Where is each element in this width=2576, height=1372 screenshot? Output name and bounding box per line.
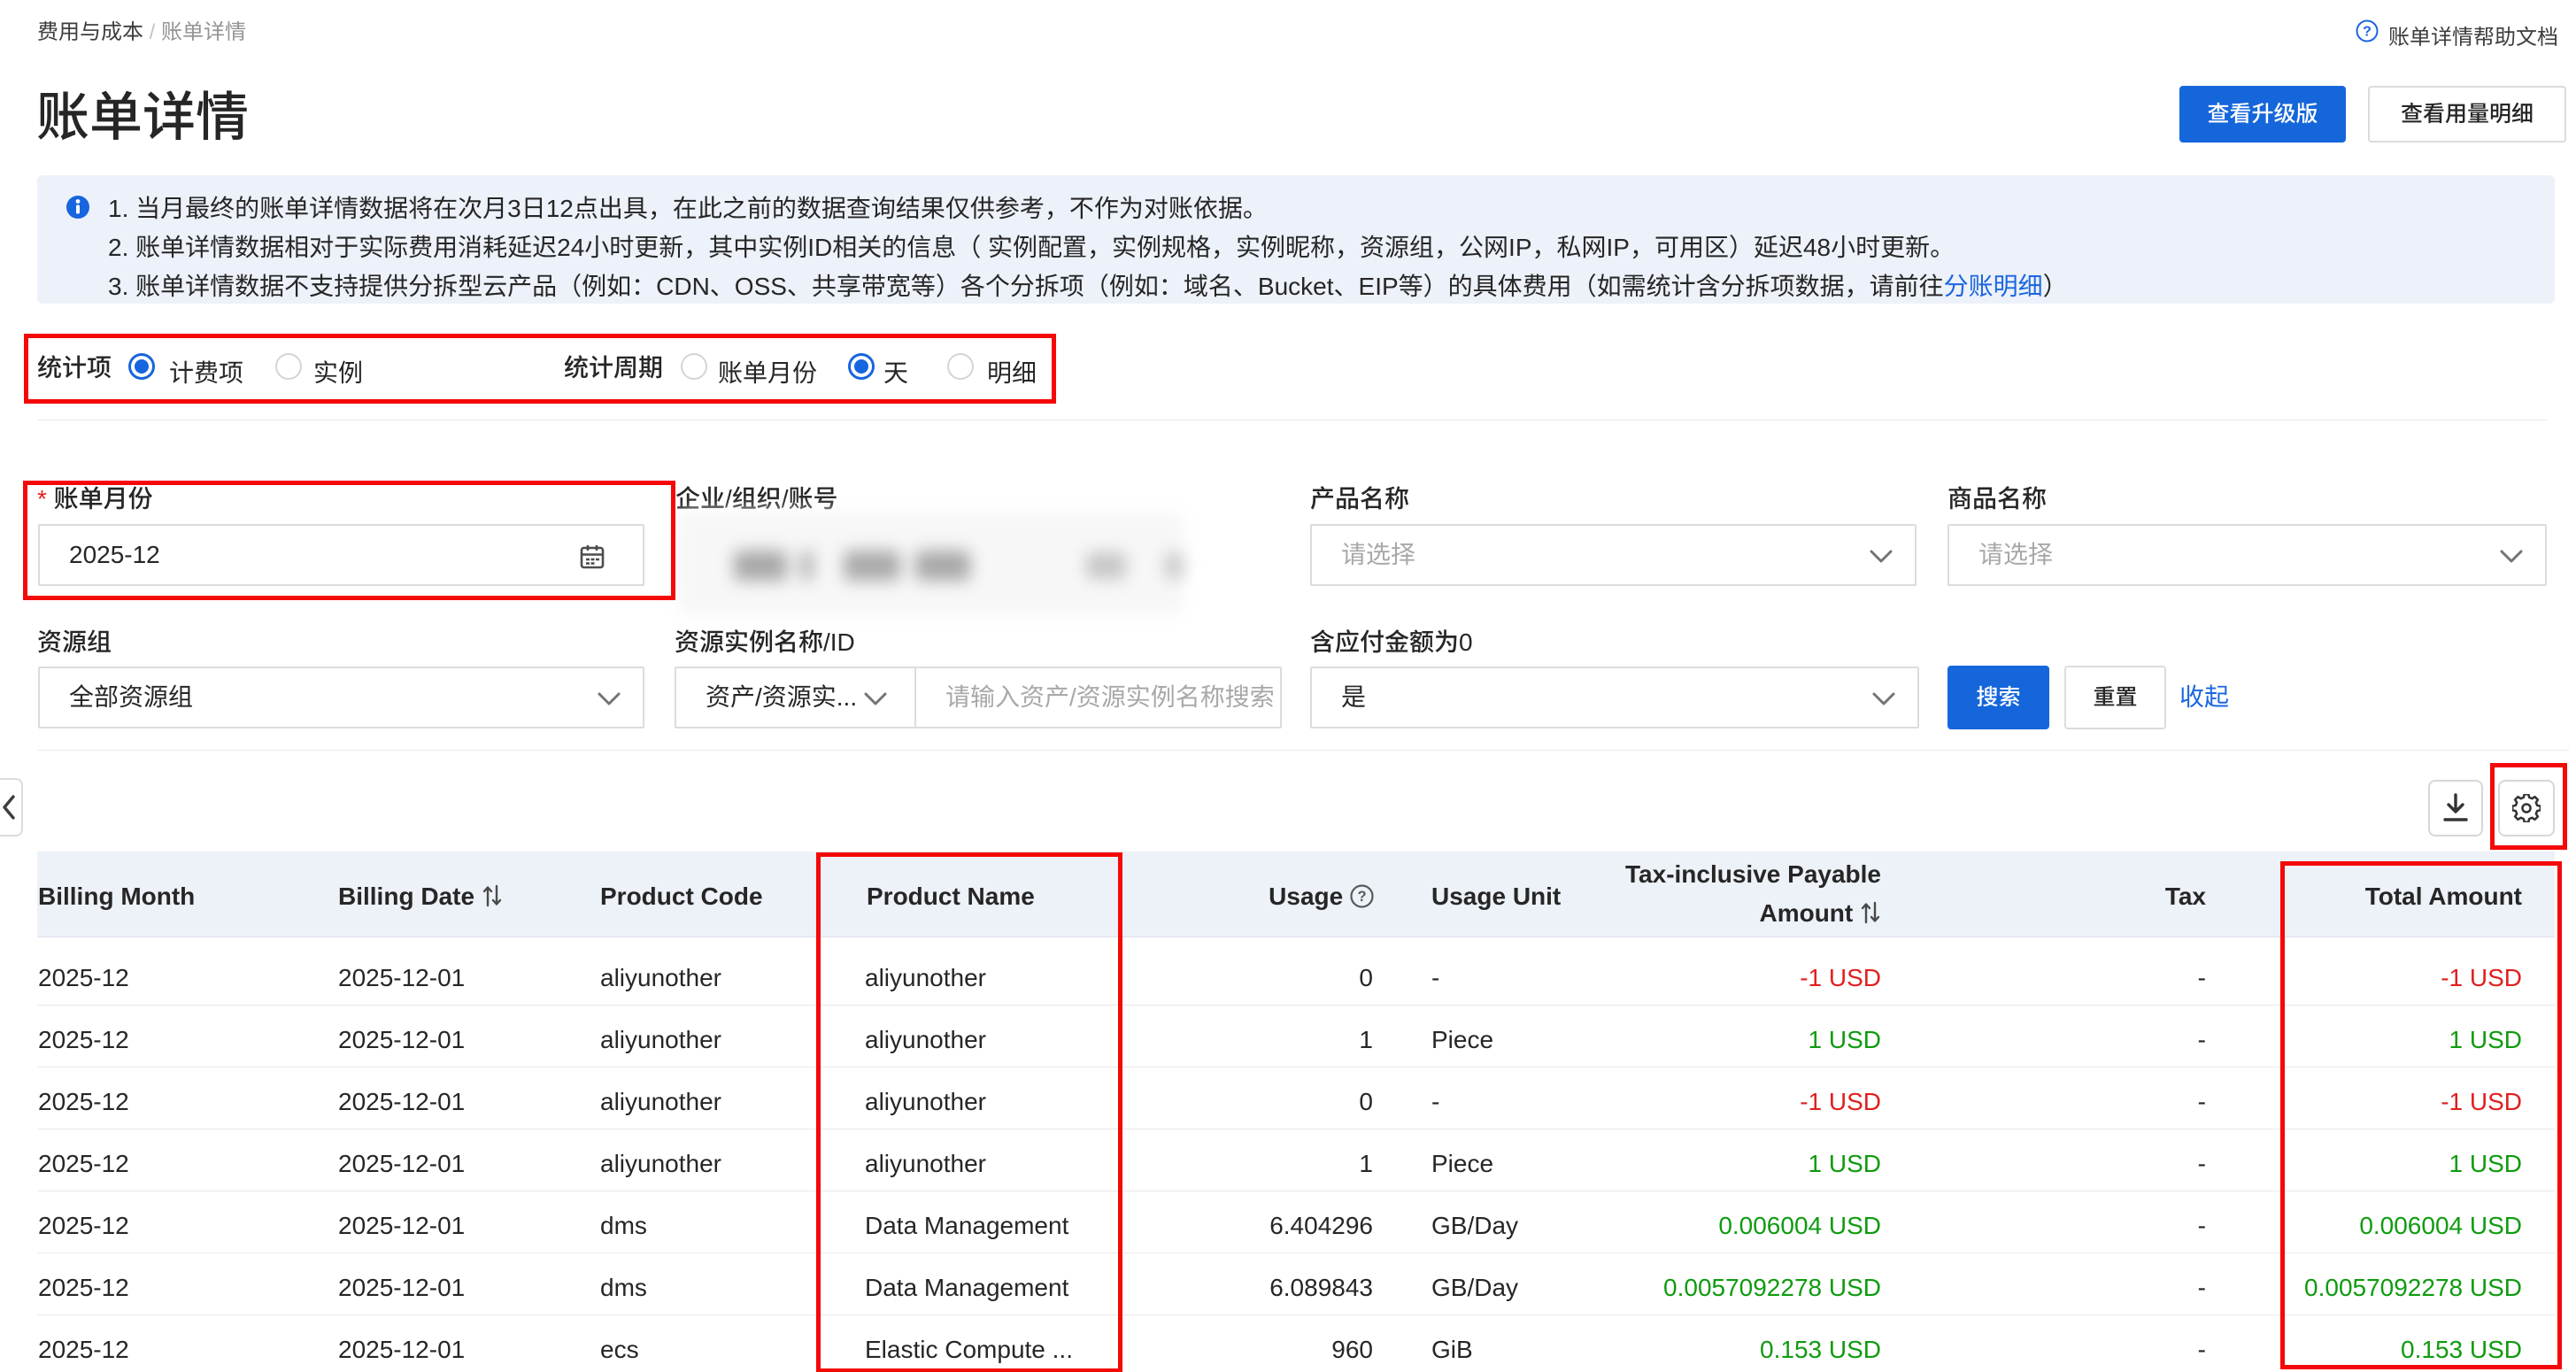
svg-text:?: ? — [2363, 25, 2372, 40]
svg-text:?: ? — [1357, 889, 1366, 905]
